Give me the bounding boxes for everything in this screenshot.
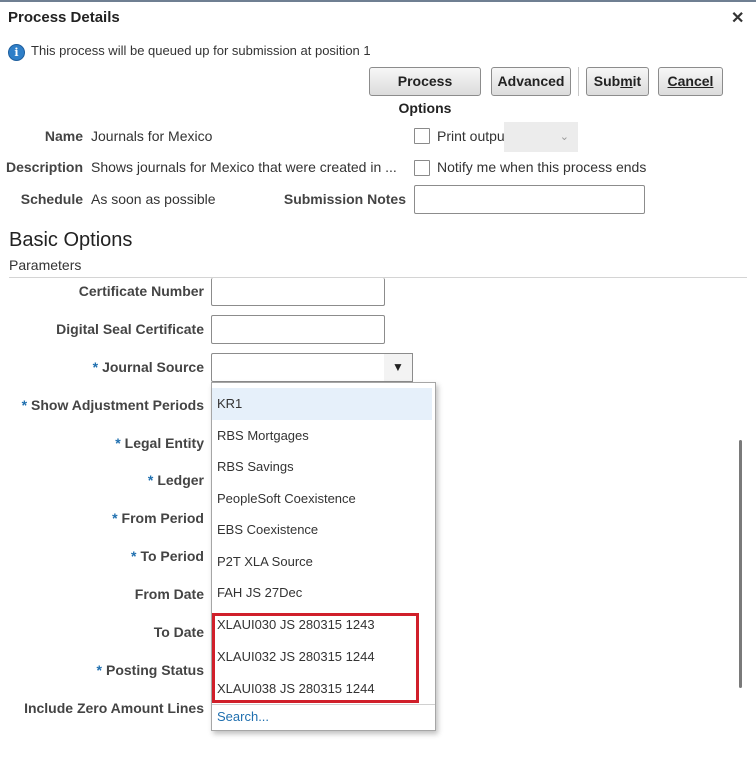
required-marker: * xyxy=(96,662,102,678)
required-marker: * xyxy=(115,435,121,451)
parameters-subheading: Parameters xyxy=(9,257,82,273)
required-marker: * xyxy=(131,548,137,564)
dropdown-option[interactable]: EBS Coexistence xyxy=(212,514,432,546)
schedule-value: As soon as possible xyxy=(91,191,216,207)
submission-notes-input[interactable] xyxy=(414,185,645,214)
param-label-from-date: From Date xyxy=(134,586,204,602)
journal-source-dropdown-list: KR1 RBS Mortgages RBS Savings PeopleSoft… xyxy=(211,382,436,731)
param-label-show-adjustment-periods: * Show Adjustment Periods xyxy=(21,397,204,413)
queue-info-message: This process will be queued up for submi… xyxy=(31,43,371,58)
param-label-journal-source: * Journal Source xyxy=(92,359,204,375)
param-label-ledger: * Ledger xyxy=(147,472,204,488)
param-label-certificate-number: Certificate Number xyxy=(78,283,204,299)
schedule-label: Schedule xyxy=(20,191,83,207)
journal-source-input[interactable] xyxy=(211,353,385,382)
dropdown-option[interactable]: PeopleSoft Coexistence xyxy=(212,483,432,515)
dropdown-option[interactable]: RBS Savings xyxy=(212,451,432,483)
triangle-down-icon: ▼ xyxy=(392,360,404,374)
dropdown-option[interactable]: P2T XLA Source xyxy=(212,546,432,578)
param-label-to-date: To Date xyxy=(153,624,204,640)
dialog-title: Process Details xyxy=(8,9,120,26)
param-label-legal-entity: * Legal Entity xyxy=(115,435,204,451)
description-label: Description xyxy=(5,159,83,175)
dropdown-option[interactable]: KR1 xyxy=(212,388,432,420)
digital-seal-certificate-input[interactable] xyxy=(211,315,385,344)
dropdown-option[interactable]: FAH JS 27Dec xyxy=(212,577,432,609)
notify-label: Notify me when this process ends xyxy=(437,159,647,175)
dropdown-divider xyxy=(212,704,435,705)
journal-source-dropdown-button[interactable]: ▼ xyxy=(384,353,413,382)
advanced-button[interactable]: Advanced xyxy=(491,67,571,96)
name-value: Journals for Mexico xyxy=(91,128,213,144)
description-value: Shows journals for Mexico that were crea… xyxy=(91,159,397,175)
cancel-button[interactable]: Cancel xyxy=(658,67,723,96)
notify-checkbox[interactable] xyxy=(414,160,430,176)
param-label-include-zero-amount-lines: Include Zero Amount Lines xyxy=(24,700,204,716)
process-options-button[interactable]: Process Options xyxy=(369,67,481,116)
required-marker: * xyxy=(21,397,28,413)
vertical-scrollbar[interactable] xyxy=(739,440,742,688)
required-marker: * xyxy=(92,359,99,375)
button-separator xyxy=(578,67,579,96)
certificate-number-input[interactable] xyxy=(211,278,385,306)
param-label-from-period: * From Period xyxy=(112,510,204,526)
print-output-checkbox[interactable] xyxy=(414,128,430,144)
search-link[interactable]: Search... xyxy=(217,709,269,724)
name-label: Name xyxy=(44,128,83,144)
submission-notes-label: Submission Notes xyxy=(283,191,406,207)
print-output-format-select: ⌄ xyxy=(504,122,578,152)
window-top-border xyxy=(0,0,756,2)
close-icon[interactable]: ✕ xyxy=(731,8,744,28)
print-output-label: Print output xyxy=(437,128,509,144)
basic-options-heading: Basic Options xyxy=(9,229,133,251)
param-label-to-period: * To Period xyxy=(131,548,204,564)
required-marker: * xyxy=(112,510,118,526)
info-icon: i xyxy=(8,44,25,61)
submit-button[interactable]: Submit xyxy=(586,67,649,96)
chevron-down-icon: ⌄ xyxy=(559,131,569,143)
highlight-annotation-box xyxy=(212,613,419,703)
param-label-digital-seal-certificate: Digital Seal Certificate xyxy=(56,321,204,337)
required-marker: * xyxy=(147,472,154,488)
param-label-posting-status: * Posting Status xyxy=(96,662,204,678)
dropdown-option[interactable]: RBS Mortgages xyxy=(212,420,432,452)
